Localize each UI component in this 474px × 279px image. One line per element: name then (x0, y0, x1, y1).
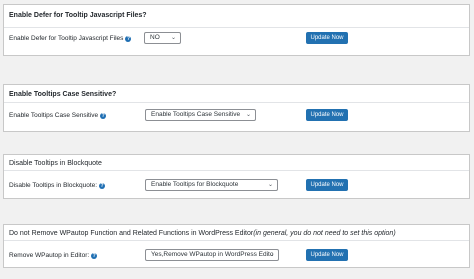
divider (4, 27, 469, 28)
panel-title: Disable Tooltips in Blockquote (9, 160, 102, 167)
divider (4, 240, 469, 241)
help-icon[interactable]: ? (125, 35, 132, 42)
update-now-button[interactable]: Update Now (306, 109, 348, 121)
case-sensitive-select[interactable]: Enable Tooltips Case Sensitive ⌄ (145, 109, 256, 121)
settings-panel-defer: Enable Defer for Tooltip Javascript File… (3, 4, 470, 56)
setting-label: Remove WPautop in Editor: ? (9, 252, 98, 259)
chevron-down-icon: ⌄ (267, 182, 273, 188)
divider (4, 170, 469, 171)
setting-label: Enable Tooltips Case Sensitive ? (9, 112, 107, 119)
panel-title: Do not Remove WPautop Function and Relat… (9, 230, 396, 237)
setting-label: Enable Defer for Tooltip Javascript File… (9, 35, 132, 42)
setting-label-text: Enable Tooltips Case Sensitive (9, 112, 99, 119)
help-icon[interactable]: ? (99, 182, 106, 189)
panel-title-text: Do not Remove WPautop Function and Relat… (9, 230, 254, 237)
chevron-down-icon: ⌄ (170, 35, 176, 41)
setting-label-text: Remove WPautop in Editor: (9, 252, 90, 259)
select-value: Enable Tooltips Case Sensitive (151, 111, 241, 118)
wpautop-select[interactable]: Yes,Remove WPautop in WordPress Edito ⌄ (145, 249, 279, 261)
select-value: Yes,Remove WPautop in WordPress Edito (151, 251, 274, 258)
blockquote-select[interactable]: Enable Tooltips for Blockquote ⌄ (145, 179, 278, 191)
update-now-button[interactable]: Update Now (306, 32, 348, 44)
select-value: NO (150, 34, 160, 41)
panel-title: Enable Tooltips Case Sensitive? (9, 91, 117, 98)
panel-title-note: (in general, you do not need to set this… (253, 230, 396, 237)
update-now-button[interactable]: Update Now (306, 179, 348, 191)
settings-panel-wpautop: Do not Remove WPautop Function and Relat… (3, 224, 470, 268)
select-value: Enable Tooltips for Blockquote (151, 181, 239, 188)
setting-label-text: Enable Defer for Tooltip Javascript File… (9, 35, 124, 42)
setting-label-text: Disable Tooltips in Blockquote: (9, 182, 98, 189)
setting-label: Disable Tooltips in Blockquote: ? (9, 182, 106, 189)
settings-panel-case-sensitive: Enable Tooltips Case Sensitive? Enable T… (3, 84, 470, 132)
defer-select[interactable]: NO ⌄ (144, 32, 181, 44)
help-icon[interactable]: ? (100, 112, 107, 119)
divider (4, 102, 469, 103)
chevron-down-icon: ⌄ (245, 112, 251, 118)
update-now-button[interactable]: Update Now (306, 249, 348, 261)
settings-panel-blockquote: Disable Tooltips in Blockquote Disable T… (3, 154, 470, 199)
panel-title: Enable Defer for Tooltip Javascript File… (9, 12, 147, 19)
chevron-down-icon: ⌄ (268, 252, 274, 258)
help-icon[interactable]: ? (91, 252, 98, 259)
